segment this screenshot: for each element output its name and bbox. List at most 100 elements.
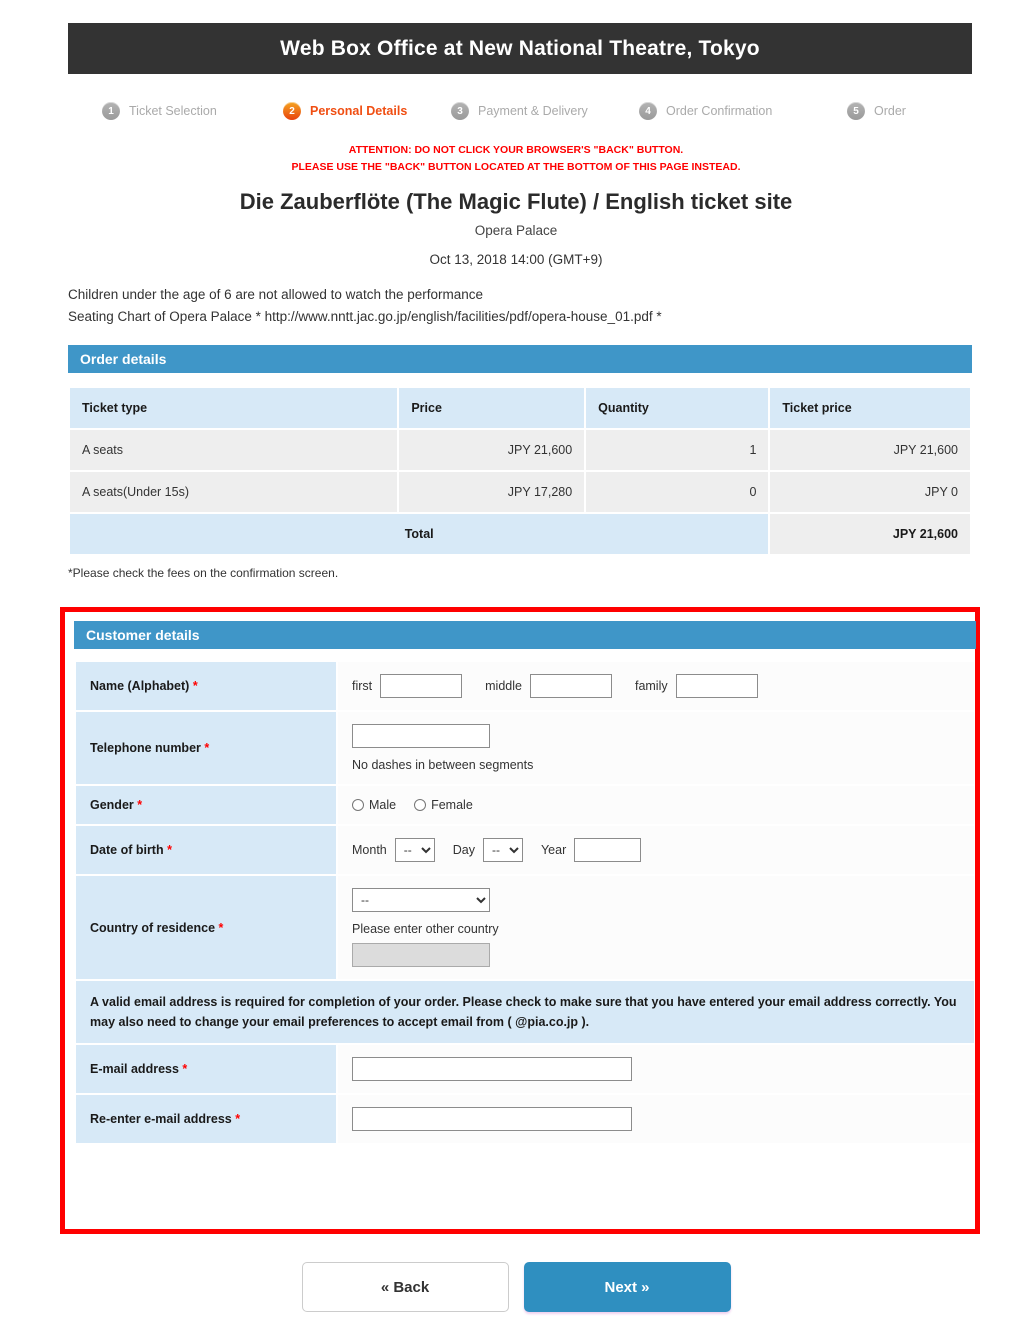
back-button[interactable]: « Back: [301, 1262, 509, 1312]
fee-note: *Please check the fees on the confirmati…: [68, 566, 339, 580]
note-seating-chart-link[interactable]: Seating Chart of Opera Palace * http://w…: [68, 306, 972, 328]
cell-price: JPY 17,280: [399, 472, 585, 512]
performance-title: Die Zauberflöte (The Magic Flute) / Engl…: [239, 189, 793, 214]
step-bullet-3-icon: 3: [451, 102, 469, 120]
label-first-name: first: [352, 679, 373, 693]
step-item-order-confirmation[interactable]: 4 Order Confirmation: [639, 93, 772, 129]
telephone-input[interactable]: [352, 724, 490, 748]
country-select[interactable]: --: [352, 888, 490, 912]
field-cell-email-confirm: [338, 1095, 974, 1143]
family-name-input[interactable]: [675, 674, 758, 698]
step-label-5: Order: [874, 104, 906, 118]
cell-quantity: 0: [586, 472, 769, 512]
country-other-hint: Please enter other country: [352, 922, 499, 936]
table-row: A seats JPY 21,600 1 JPY 21,600: [70, 430, 970, 470]
gender-radio-female[interactable]: [414, 799, 427, 811]
required-mark: *: [182, 1062, 188, 1076]
step-bullet-5-icon: 5: [847, 102, 865, 120]
form-row-name: Name (Alphabet) * first middle family: [76, 662, 974, 710]
field-label-name: Name (Alphabet) *: [76, 662, 336, 710]
dob-month-select[interactable]: --: [394, 838, 435, 862]
gender-radio-male[interactable]: [352, 799, 364, 811]
table-header-row: Ticket type Price Quantity Ticket price: [70, 388, 970, 428]
field-label-country-text: Country of residence: [90, 920, 216, 935]
step-bullet-4-icon: 4: [639, 102, 657, 120]
cell-quantity: 1: [586, 430, 769, 470]
step-item-ticket-selection[interactable]: 1 Ticket Selection: [102, 93, 217, 129]
attention-line-2: PLEASE USE THE "BACK" BUTTON LOCATED AT …: [291, 161, 741, 173]
gender-option-label-male: Male: [369, 798, 397, 812]
field-label-date-of-birth: Date of birth *: [76, 826, 336, 874]
field-label-telephone: Telephone number *: [76, 712, 336, 784]
gender-radio-group: Male Female: [352, 798, 960, 812]
cell-price: JPY 21,600: [399, 430, 585, 470]
required-mark: *: [218, 920, 224, 935]
customer-details-band: Customer details: [74, 621, 976, 649]
site-header: Web Box Office at New National Theatre, …: [68, 23, 972, 74]
field-label-telephone-text: Telephone number: [90, 741, 201, 755]
label-family-name: family: [634, 679, 668, 693]
step-item-payment-delivery[interactable]: 3 Payment & Delivery: [451, 93, 588, 129]
field-cell-date-of-birth: Month -- Day -- Year: [338, 826, 974, 874]
performance-venue: Opera Palace: [474, 223, 558, 238]
label-dob-month: Month: [352, 843, 387, 857]
middle-name-input[interactable]: [529, 674, 612, 698]
field-cell-email: [338, 1045, 974, 1093]
note-age-restriction: Children under the age of 6 are not allo…: [68, 287, 484, 302]
form-row-telephone: Telephone number * No dashes in between …: [76, 712, 974, 784]
customer-details-highlight-box: Customer details Name (Alphabet) * first…: [60, 607, 980, 1234]
step-bullet-1-icon: 1: [102, 102, 120, 120]
step-label-2: Personal Details: [310, 104, 408, 118]
performance-datetime: Oct 13, 2018 14:00 (GMT+9): [429, 252, 603, 267]
label-dob-day: Day: [452, 843, 475, 857]
step-item-personal-details[interactable]: 2 Personal Details: [283, 93, 407, 129]
dob-day-select[interactable]: --: [482, 838, 523, 862]
field-label-gender-text: Gender: [90, 798, 134, 812]
email-input[interactable]: [352, 1057, 632, 1081]
email-notice-text: A valid email address is required for co…: [76, 981, 974, 1043]
required-mark: *: [235, 1112, 241, 1126]
cell-ticket-type: A seats(Under 15s): [70, 472, 398, 512]
order-details-band: Order details: [68, 345, 972, 373]
required-mark: *: [167, 843, 172, 857]
cell-ticket-price: JPY 21,600: [770, 430, 970, 470]
cell-ticket-price: JPY 0: [770, 472, 970, 512]
attention-notice: ATTENTION: DO NOT CLICK YOUR BROWSER'S "…: [0, 142, 1032, 176]
field-label-email-confirm-text: Re-enter e-mail address: [90, 1112, 232, 1126]
field-label-email-text: E-mail address: [90, 1062, 179, 1076]
total-label: Total: [70, 514, 769, 554]
label-dob-year: Year: [540, 843, 567, 857]
column-header-quantity: Quantity: [586, 388, 769, 428]
cell-ticket-type: A seats: [70, 430, 398, 470]
step-progress-bar: 1 Ticket Selection 2 Personal Details 3 …: [68, 93, 972, 129]
step-item-order[interactable]: 5 Order: [847, 93, 906, 129]
column-header-ticket-price: Ticket price: [770, 388, 970, 428]
table-total-row: Total JPY 21,600: [70, 514, 970, 554]
attention-line-1: ATTENTION: DO NOT CLICK YOUR BROWSER'S "…: [348, 144, 684, 156]
field-label-gender: Gender *: [76, 786, 336, 824]
form-row-gender: Gender * Male Female: [76, 786, 974, 824]
field-label-email-confirm: Re-enter e-mail address *: [76, 1095, 336, 1143]
performance-notes: Children under the age of 6 are not allo…: [68, 284, 972, 328]
required-mark: *: [137, 798, 143, 812]
customer-details-table: Name (Alphabet) * first middle family Te…: [74, 660, 976, 1145]
step-bullet-2-icon: 2: [283, 102, 301, 120]
form-row-country: Country of residence * -- Please enter o…: [76, 876, 974, 979]
column-header-price: Price: [399, 388, 585, 428]
next-button[interactable]: Next »: [523, 1262, 731, 1312]
form-row-email-notice: A valid email address is required for co…: [76, 981, 974, 1043]
footer-button-bar: « Back Next »: [0, 1262, 1032, 1312]
form-row-email-confirm: Re-enter e-mail address *: [76, 1095, 974, 1143]
gender-option-label-female: Female: [431, 798, 473, 812]
field-cell-country: -- Please enter other country: [338, 876, 974, 979]
field-cell-name: first middle family: [338, 662, 974, 710]
email-confirm-input[interactable]: [352, 1107, 632, 1131]
country-other-input[interactable]: [352, 943, 490, 967]
form-row-email: E-mail address *: [76, 1045, 974, 1093]
page-title: Web Box Office at New National Theatre, …: [280, 36, 760, 60]
dob-year-input[interactable]: [574, 838, 642, 862]
required-mark: *: [192, 679, 198, 693]
step-label-1: Ticket Selection: [129, 104, 217, 118]
table-row: A seats(Under 15s) JPY 17,280 0 JPY 0: [70, 472, 970, 512]
first-name-input[interactable]: [380, 674, 463, 698]
